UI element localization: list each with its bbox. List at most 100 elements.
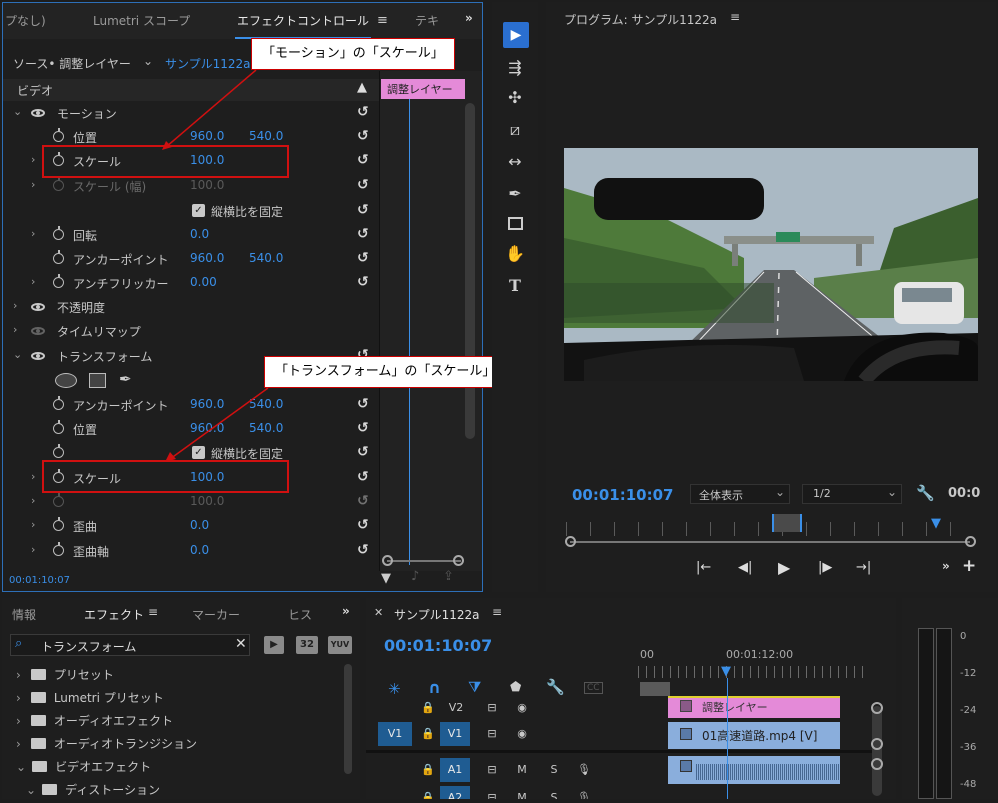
yuv-badge-icon[interactable]: YUV	[328, 636, 352, 654]
ripple-edit-icon[interactable]: ✣	[503, 86, 527, 110]
timeline-settings-icon[interactable]: 🔧	[546, 678, 565, 696]
skew-axis-reset-icon[interactable]: ↺	[357, 542, 369, 558]
razor-tool-icon[interactable]: ⧄	[503, 118, 527, 142]
skew-chevron-icon[interactable]: ›	[31, 518, 35, 531]
export-icon[interactable]: ⇪	[443, 569, 454, 584]
ellipse-mask-icon[interactable]	[55, 373, 77, 388]
a2-lock-icon[interactable]: 🔒	[414, 786, 442, 799]
selection-tool-icon[interactable]: ▶	[503, 22, 529, 48]
effects-tab-menu-icon[interactable]: ≡	[148, 605, 158, 619]
a2-mic-icon[interactable]: 🎙	[570, 786, 598, 799]
skew-axis-value[interactable]: 0.0	[190, 543, 209, 557]
program-in-out-range[interactable]	[772, 514, 802, 532]
skew-reset-icon[interactable]: ↺	[357, 517, 369, 533]
rotation-value[interactable]: 0.0	[190, 227, 209, 241]
track-v2-label[interactable]: V2	[442, 696, 470, 720]
timeline-scroll-handle-mid[interactable]	[871, 738, 883, 750]
v2-eye-icon[interactable]: ◉	[508, 696, 536, 720]
program-zoom-bar[interactable]	[570, 541, 970, 543]
audio-only-icon[interactable]: ♪	[411, 569, 419, 584]
filter-icon[interactable]: ▼	[381, 571, 391, 586]
pen-mask-icon[interactable]: ✒	[119, 370, 132, 388]
step-back-icon[interactable]: ◀|	[738, 560, 752, 575]
zoom-select[interactable]: 全体表示 ⌄	[690, 484, 790, 504]
skew-axis-stopwatch-icon[interactable]	[53, 542, 64, 556]
program-menu-icon[interactable]: ≡	[730, 10, 740, 24]
type-tool-icon[interactable]: T	[503, 274, 527, 298]
go-to-out-icon[interactable]: →|	[856, 560, 871, 575]
t-uniform-reset-icon[interactable]: ↺	[357, 444, 369, 460]
video-header-collapse-icon[interactable]: ▲	[357, 80, 367, 95]
t-scale-chevron-icon[interactable]: ›	[31, 470, 35, 483]
antiflicker-stopwatch-icon[interactable]	[53, 274, 64, 288]
fx-item-distortion[interactable]: ⌄ ディストーション	[26, 781, 160, 803]
a1-mute-button[interactable]: M	[508, 758, 536, 782]
source-v1-toggle[interactable]: V1	[378, 722, 412, 746]
timeremap-chevron-icon[interactable]: ›	[13, 323, 17, 336]
32bit-badge-icon[interactable]: 32	[296, 636, 318, 654]
position-reset-icon[interactable]: ↺	[357, 128, 369, 144]
play-icon[interactable]: ▶	[778, 558, 790, 577]
ec-timecode[interactable]: 00:01:10:07	[9, 575, 70, 586]
program-timecode[interactable]: 00:01:10:07	[572, 486, 674, 504]
motion-chevron-icon[interactable]: ⌄	[13, 105, 22, 118]
panel-overflow-icon[interactable]: »	[465, 11, 473, 25]
t-anchor-reset-icon[interactable]: ↺	[357, 396, 369, 412]
uniform-scale-checkbox[interactable]: ✓	[192, 204, 205, 217]
effects-search-input[interactable]: トランスフォーム	[41, 638, 136, 655]
transform-eye-icon[interactable]	[31, 352, 45, 360]
step-forward-icon[interactable]: |▶	[818, 560, 832, 575]
ec-zoom-handle-left[interactable]	[382, 555, 393, 566]
track-select-icon[interactable]: ⇶	[503, 56, 527, 80]
fx-item-audio-transitions[interactable]: › オーディオトランジション	[16, 735, 197, 757]
opacity-chevron-icon[interactable]: ›	[13, 299, 17, 312]
effects-overflow-icon[interactable]: »	[342, 604, 350, 618]
a1-sync-icon[interactable]: ⊟	[478, 758, 506, 782]
t-scale-width-reset-icon[interactable]: ↺	[357, 493, 369, 509]
a2-mute-button[interactable]: M	[508, 786, 536, 799]
v1-lock-icon[interactable]: 🔒	[414, 722, 442, 746]
timeline-work-area[interactable]	[640, 682, 670, 696]
v2-sync-icon[interactable]: ⊟	[478, 696, 506, 720]
scale-width-chevron-icon[interactable]: ›	[31, 178, 35, 191]
tab-menu-icon[interactable]: ≡	[377, 13, 388, 28]
timeline-scrollbar[interactable]	[872, 706, 882, 796]
anchor-x-value[interactable]: 960.0	[190, 251, 224, 265]
clear-search-icon[interactable]: ✕	[235, 636, 247, 652]
go-to-in-icon[interactable]: |←	[696, 560, 711, 575]
a1-solo-button[interactable]: S	[540, 758, 568, 782]
program-zoom-handle-left[interactable]	[565, 536, 576, 547]
tab-text[interactable]: テキ	[415, 3, 439, 39]
rotation-reset-icon[interactable]: ↺	[357, 226, 369, 242]
timeline-scroll-handle-top[interactable]	[871, 702, 883, 714]
scale-chevron-icon[interactable]: ›	[31, 153, 35, 166]
pen-tool-icon[interactable]: ✒	[503, 182, 527, 206]
linked-selection-icon[interactable]: ∩	[428, 678, 441, 697]
a2-sync-icon[interactable]: ⊟	[478, 786, 506, 799]
tab-none[interactable]: プなし)	[5, 3, 46, 39]
captions-icon[interactable]: CC	[584, 682, 603, 694]
v1-eye-icon[interactable]: ◉	[508, 722, 536, 746]
fx-item-video-effects[interactable]: ⌄ ビデオエフェクト	[16, 758, 151, 780]
position-x-value[interactable]: 960.0	[190, 129, 224, 143]
rectangle-tool-icon[interactable]	[503, 212, 527, 236]
rotation-stopwatch-icon[interactable]	[53, 226, 64, 240]
tab-markers[interactable]: マーカー	[192, 606, 240, 623]
clip-audio[interactable]	[668, 756, 840, 784]
t-anchor-x-value[interactable]: 960.0	[190, 397, 224, 411]
anchor-reset-icon[interactable]: ↺	[357, 250, 369, 266]
marker-icon[interactable]: ⬟	[510, 680, 521, 695]
motion-reset-icon[interactable]: ↺	[357, 104, 369, 120]
hand-tool-icon[interactable]: ✋	[503, 242, 527, 266]
t-position-y-value[interactable]: 540.0	[249, 421, 283, 435]
rotation-chevron-icon[interactable]: ›	[31, 227, 35, 240]
a1-lock-icon[interactable]: 🔒	[414, 758, 442, 782]
track-a1-label[interactable]: A1	[440, 758, 470, 782]
t-uniform-checkbox[interactable]: ✓	[192, 446, 205, 459]
timeline-scroll-handle-bot[interactable]	[871, 758, 883, 770]
t-position-stopwatch-icon[interactable]	[53, 420, 64, 434]
slip-tool-icon[interactable]: ↔	[503, 150, 527, 174]
tab-info[interactable]: 情報	[12, 606, 36, 623]
program-video-frame[interactable]	[564, 148, 978, 381]
effects-search-box[interactable]: ⌕ トランスフォーム ✕	[10, 634, 250, 656]
